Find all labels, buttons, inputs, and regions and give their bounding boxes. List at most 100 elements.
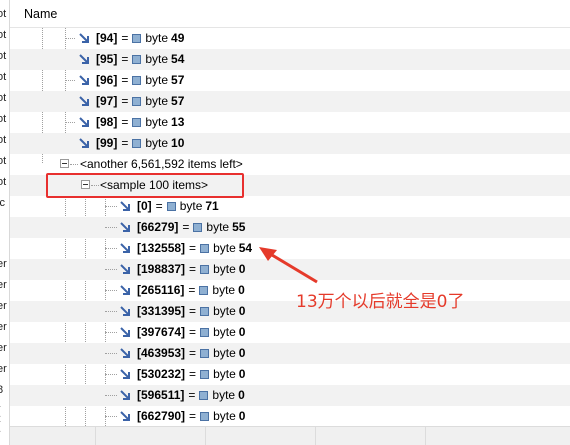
left-fragment: ot [0,113,7,125]
tree-item[interactable]: [66279] = byte 55 [10,217,570,238]
arrow-down-right-icon [79,116,89,127]
left-fragment: er [0,258,7,270]
highlight-box [46,173,244,198]
item-value: 0 [238,304,246,318]
item-type: byte [145,31,169,45]
tree-guide-line [105,416,117,417]
left-panel-edge: ot ot ot ot ot ot ot ot ot ic er er er e… [0,0,10,445]
item-type: byte [213,304,236,318]
tree-item[interactable]: [98] = byte 13 [10,112,570,133]
left-fragment: ot [0,29,7,41]
item-type: byte [145,94,169,108]
field-square-icon [132,33,142,43]
field-square-icon [200,243,210,253]
left-fragment: er [0,300,7,312]
tree-guide-line [105,206,117,207]
item-type: byte [179,199,203,213]
item-index: [66279] [137,220,179,234]
tree-item[interactable]: [97] = byte 57 [10,91,570,112]
item-index: [596511] [137,388,185,402]
column-divider [95,427,96,445]
tree-item[interactable]: [530232] = byte 0 [10,364,570,385]
item-index: [94] [96,31,118,45]
collapse-toggle-icon[interactable] [60,159,69,168]
tree-item[interactable]: [96] = byte 57 [10,70,570,91]
left-fragment: ot [0,92,7,104]
horizontal-scrollbar[interactable] [10,426,570,445]
tree-guide-line [105,248,117,249]
tree-guide-line [105,311,117,312]
tree-node-another-items[interactable]: <another 6,561,592 items left> [10,154,570,175]
left-fragment: er [0,363,7,375]
tree-item[interactable]: [463953] = byte 0 [10,343,570,364]
tree-item[interactable]: [99] = byte 10 [10,133,570,154]
tree-view[interactable]: [94] = byte 49 [95] = byte 54 [96] = byt… [10,28,570,426]
annotation-arrow-icon [259,247,318,284]
tree-item[interactable]: [662790] = byte 0 [10,406,570,426]
tree-item[interactable]: [0] = byte 71 [10,196,570,217]
item-index: [397674] [137,325,186,339]
annotation-text: 13万个以后就全是0了 [296,292,465,312]
left-fragment: ot [0,134,7,146]
arrow-down-right-icon [120,389,130,400]
item-index: [132558] [137,241,186,255]
item-eq: = [121,52,129,66]
item-value: 0 [238,388,245,402]
left-fragment: ( [0,405,1,417]
item-value: 13 [171,115,185,129]
item-type: byte [213,409,236,423]
arrow-down-right-icon [120,305,130,316]
item-type: byte [145,73,169,87]
column-divider [205,427,206,445]
item-index: [95] [96,52,118,66]
item-eq: = [189,325,197,339]
tree-guide-line [105,227,117,228]
field-square-icon [132,75,142,85]
field-square-icon [166,201,176,211]
item-value: 57 [171,73,185,87]
item-value: 54 [238,241,253,255]
column-header[interactable]: Name [10,0,570,28]
item-eq: = [182,220,190,234]
arrow-down-right-icon [120,284,130,295]
item-type: byte [145,115,169,129]
item-eq: = [121,115,129,129]
tree-guide-line [105,353,117,354]
left-fragment: ot [0,71,7,83]
item-value: 0 [238,367,246,381]
tree-guide-line [105,395,117,396]
item-value: 0 [238,325,246,339]
field-square-icon [200,327,210,337]
item-eq: = [121,136,129,150]
item-eq: = [188,388,196,402]
item-eq: = [121,31,129,45]
item-index: [99] [96,136,118,150]
field-square-icon [132,138,142,148]
arrow-down-right-icon [120,347,130,358]
tree-item[interactable]: [94] = byte 49 [10,28,570,49]
item-index: [331395] [137,304,186,318]
item-eq: = [155,199,163,213]
tree-guide-line [70,164,78,165]
item-value: 55 [232,220,246,234]
left-fragment: ot [0,8,7,20]
item-type: byte [212,283,236,297]
item-index: [96] [96,73,118,87]
field-square-icon [200,264,210,274]
tree-item[interactable]: [596511] = byte 0 [10,385,570,406]
item-value: 57 [171,94,185,108]
arrow-down-right-icon [120,368,130,379]
item-value: 0 [238,262,246,276]
item-type: byte [213,325,236,339]
item-value: 0 [238,409,246,423]
item-value: 0 [238,283,245,297]
left-fragment: er [0,279,7,291]
field-square-icon [200,348,210,358]
item-type: byte [213,262,236,276]
tree-item[interactable]: [397674] = byte 0 [10,322,570,343]
tree-item[interactable]: [331395] = byte 0 [10,301,570,322]
field-square-icon [193,222,203,232]
tree-item[interactable]: [95] = byte 54 [10,49,570,70]
arrow-down-right-icon [79,53,89,64]
left-fragment: 8 [0,384,3,396]
